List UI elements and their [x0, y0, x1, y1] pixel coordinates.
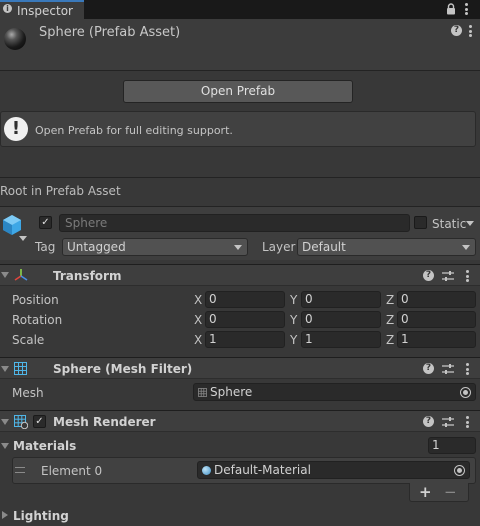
transform-icon [14, 269, 28, 281]
active-checkbox[interactable]: ✓ [39, 216, 52, 229]
lock-icon[interactable] [446, 3, 456, 15]
foldout-arrow-icon[interactable] [1, 272, 9, 278]
remove-element-button[interactable]: − [444, 485, 457, 500]
help-icon[interactable]: ? [423, 363, 434, 374]
scale-y-field[interactable]: 1 [301, 331, 381, 348]
element-label: Element 0 [41, 464, 103, 478]
position-label: Position [12, 293, 59, 307]
root-label: Root in Prefab Asset [0, 184, 121, 198]
tag-dropdown[interactable]: Untagged [62, 238, 248, 256]
header-title: Sphere (Prefab Asset) [39, 25, 181, 40]
warning-icon: ! [4, 117, 28, 141]
position-z-field[interactable]: 0 [397, 291, 476, 308]
rotation-x-field[interactable]: 0 [205, 311, 285, 328]
help-icon[interactable]: ? [423, 416, 434, 427]
foldout-arrow-icon[interactable] [1, 366, 9, 372]
mesh-renderer-title: Mesh Renderer [53, 415, 156, 429]
material-field[interactable]: Default-Material [197, 461, 470, 479]
mesh-label: Mesh [12, 386, 44, 400]
mesh-filter-icon [14, 362, 27, 375]
help-icon[interactable]: ? [423, 270, 434, 281]
scale-label: Scale [12, 333, 45, 347]
name-field[interactable]: Sphere [59, 214, 410, 232]
layer-label: Layer [262, 240, 296, 254]
lighting-foldout-icon[interactable] [2, 511, 8, 519]
axis-x-label[interactable]: X [194, 314, 202, 326]
list-footer [409, 483, 469, 502]
preset-icon[interactable] [442, 363, 454, 375]
axis-x-label[interactable]: X [194, 294, 202, 306]
position-y-field[interactable]: 0 [301, 291, 381, 308]
axis-z-label[interactable]: Z [386, 314, 394, 326]
rotation-label: Rotation [12, 313, 63, 327]
renderer-enabled-checkbox[interactable]: ✓ [33, 415, 46, 428]
lighting-label[interactable]: Lighting [13, 510, 69, 522]
axis-y-label[interactable]: Y [290, 294, 297, 306]
scale-z-field[interactable]: 1 [397, 331, 476, 348]
position-x-field[interactable]: 0 [205, 291, 285, 308]
tab-label: Inspector [17, 4, 73, 18]
transform-title: Transform [53, 269, 122, 283]
materials-size-field[interactable]: 1 [428, 437, 476, 454]
axis-y-label[interactable]: Y [290, 314, 297, 326]
object-picker-icon[interactable] [460, 387, 471, 398]
object-picker-icon[interactable] [454, 465, 465, 476]
component-menu-icon[interactable] [466, 416, 469, 428]
material-icon [202, 466, 211, 475]
helpbox-text: Open Prefab for full editing support. [35, 124, 233, 137]
icon-dropdown-caret[interactable] [19, 236, 27, 241]
rotation-z-field[interactable]: 0 [397, 311, 476, 328]
static-label[interactable]: Static [432, 218, 466, 230]
info-icon: i [3, 4, 12, 13]
axis-z-label[interactable]: Z [386, 294, 394, 306]
axis-y-label[interactable]: Y [290, 334, 297, 346]
mesh-field[interactable]: Sphere [193, 383, 476, 401]
chevron-down-icon [234, 245, 242, 250]
help-icon[interactable]: ? [451, 25, 462, 36]
static-dropdown-arrow[interactable] [466, 221, 474, 226]
mesh-icon [198, 388, 207, 397]
sphere-preview-icon [4, 28, 26, 50]
chevron-down-icon [462, 245, 470, 250]
layer-value: Default [302, 240, 346, 254]
mesh-filter-title: Sphere (Mesh Filter) [53, 362, 193, 376]
mesh-renderer-icon [14, 415, 28, 429]
preset-icon[interactable] [442, 270, 454, 282]
component-menu-icon[interactable] [466, 270, 469, 282]
axis-x-label[interactable]: X [194, 334, 202, 346]
header-menu-icon[interactable] [469, 25, 472, 37]
mesh-value: Sphere [210, 385, 253, 399]
material-value: Default-Material [214, 463, 311, 477]
open-prefab-button[interactable]: Open Prefab [123, 80, 353, 103]
rotation-y-field[interactable]: 0 [301, 311, 381, 328]
axis-z-label[interactable]: Z [386, 334, 394, 346]
layer-dropdown[interactable]: Default [297, 238, 476, 256]
scale-x-field[interactable]: 1 [205, 331, 285, 348]
foldout-arrow-icon[interactable] [1, 419, 9, 425]
drag-handle-icon[interactable] [15, 467, 25, 473]
more-options-icon[interactable] [465, 3, 468, 15]
divider [0, 177, 480, 178]
tag-label: Tag [35, 240, 56, 254]
materials-label[interactable]: Materials [13, 440, 76, 452]
static-checkbox[interactable] [414, 216, 427, 229]
component-menu-icon[interactable] [466, 363, 469, 375]
add-element-button[interactable]: + [419, 485, 432, 500]
materials-foldout-icon[interactable] [1, 443, 9, 449]
cube-icon[interactable] [1, 214, 23, 236]
tag-value: Untagged [67, 240, 126, 254]
preset-icon[interactable] [442, 416, 454, 428]
